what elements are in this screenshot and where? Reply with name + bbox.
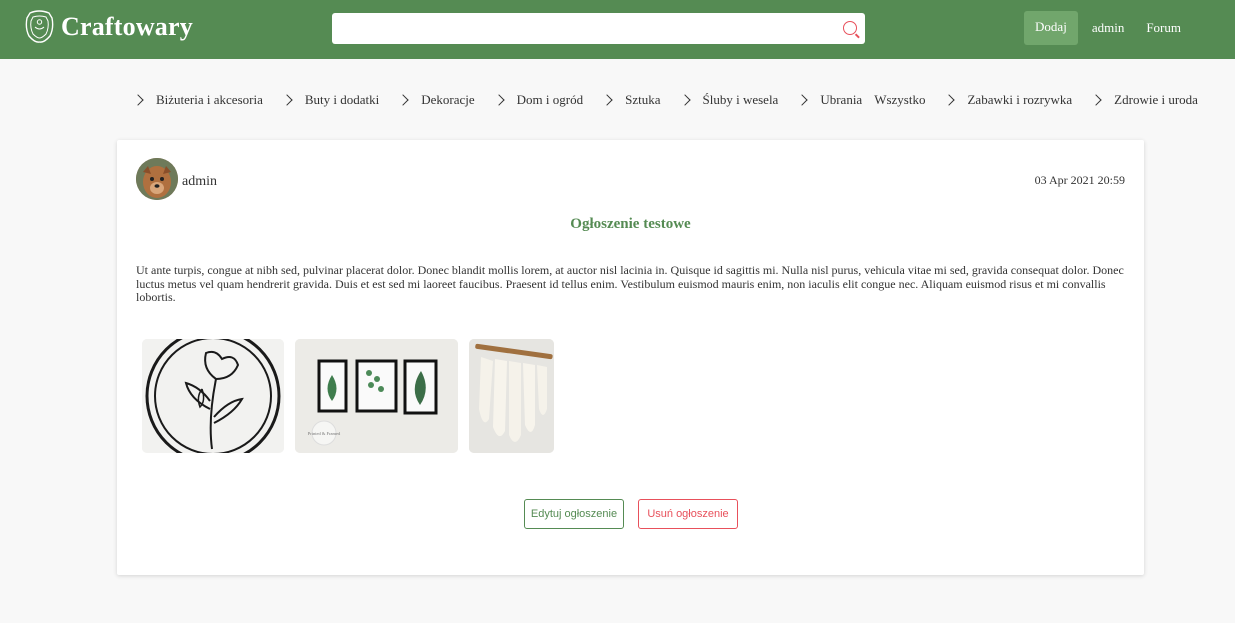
nav-actions: Dodaj admin Forum [1024, 11, 1181, 45]
listing-description: Ut ante turpis, congue at nibh sed, pulv… [136, 263, 1124, 304]
chevron-right-icon [492, 94, 505, 106]
listing-card: admin 03 Apr 2021 20:59 Ogłoszenie testo… [117, 140, 1144, 575]
chevron-right-icon [281, 94, 293, 106]
brand-logo[interactable]: Craftowary [24, 10, 193, 43]
chevron-right-icon [678, 94, 691, 106]
category-bar: Biżuteria i akcesoria Buty i dodatki Dek… [132, 92, 1218, 108]
macrame-wall-hanging-image [469, 339, 554, 453]
listing-image-3[interactable] [469, 339, 554, 453]
category-link[interactable]: Zabawki i rozrywka [943, 92, 1072, 108]
category-link[interactable]: Śluby i wesela [678, 92, 778, 108]
forum-link[interactable]: Forum [1146, 12, 1181, 44]
category-link[interactable]: Buty i dodatki [281, 92, 379, 108]
delete-listing-button[interactable]: Usuń ogłoszenie [638, 499, 738, 529]
category-link[interactable]: Sztuka [601, 92, 661, 108]
avatar[interactable] [136, 158, 178, 200]
floral-wire-art-image [142, 339, 284, 453]
post-date: 03 Apr 2021 20:59 [1034, 173, 1125, 187]
category-link[interactable]: Zdrowie i uroda [1090, 92, 1198, 108]
category-link[interactable]: Dom i ogród [492, 92, 583, 108]
chevron-right-icon [397, 94, 409, 106]
chevron-right-icon [132, 94, 144, 106]
author-name[interactable]: admin [182, 174, 217, 190]
category-link[interactable]: Biżuteria i akcesoria [132, 92, 263, 108]
edit-listing-button[interactable]: Edytuj ogłoszenie [524, 499, 624, 529]
top-navbar: Craftowary Dodaj admin Forum [0, 0, 1235, 59]
listing-image-1[interactable] [142, 339, 284, 453]
category-link[interactable]: Ubrania [796, 92, 862, 108]
listing-image-2[interactable]: Printed & Framed [295, 339, 458, 453]
framed-leaf-prints-image: Printed & Framed [295, 339, 458, 453]
brand-name: Craftowary [61, 11, 193, 41]
search-input[interactable] [332, 13, 842, 44]
listing-title: Ogłoszenie testowe [570, 216, 691, 232]
chevron-right-icon [943, 94, 956, 106]
dog-avatar-image [136, 158, 178, 200]
add-button[interactable]: Dodaj [1024, 11, 1078, 45]
print-caption: Printed & Framed [308, 431, 341, 436]
badge-logo-icon [25, 10, 54, 43]
category-link[interactable]: Dekoracje [397, 92, 475, 108]
search-icon[interactable] [843, 21, 857, 35]
chevron-right-icon [796, 94, 808, 106]
chevron-right-icon [1090, 94, 1102, 106]
user-menu-link[interactable]: admin [1092, 12, 1125, 44]
category-link[interactable]: Wszystko [874, 92, 925, 108]
search-bar [332, 13, 865, 44]
chevron-right-icon [601, 94, 613, 106]
